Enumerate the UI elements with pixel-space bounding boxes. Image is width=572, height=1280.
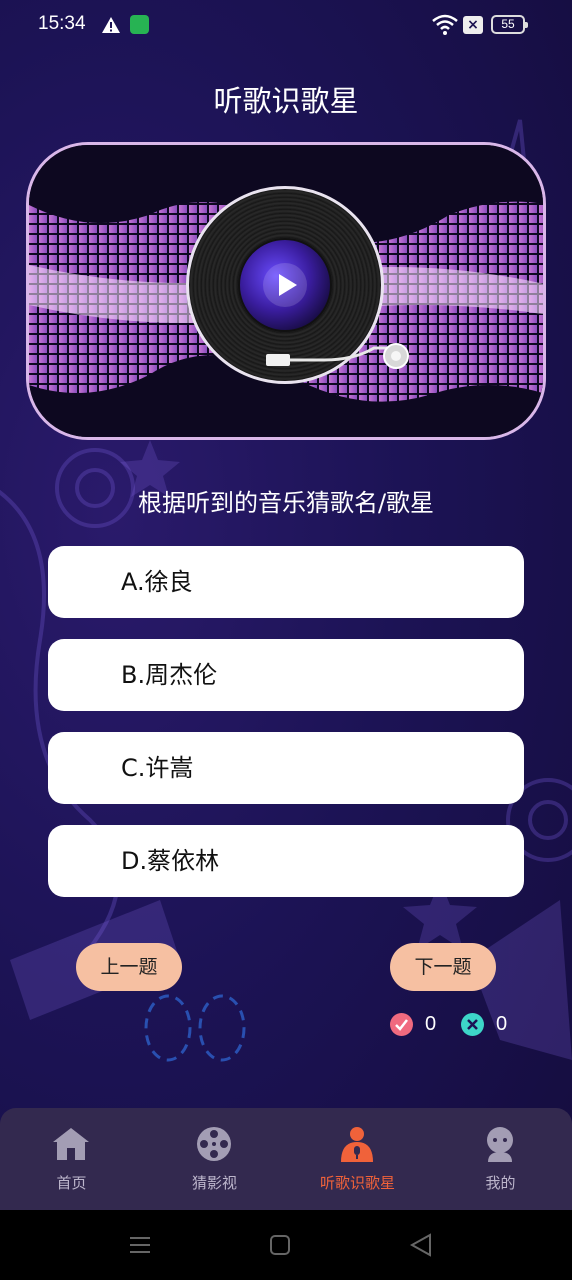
system-navigation-bar: [0, 1210, 572, 1280]
bottom-tab-bar: 首页 猜影视 听歌识歌星 我的: [0, 1108, 572, 1210]
correct-count: 0: [390, 1011, 436, 1037]
option-a[interactable]: A.徐良: [48, 546, 524, 618]
tab-home[interactable]: 首页: [0, 1108, 143, 1210]
wifi-icon: [432, 14, 458, 35]
home-icon: [53, 1128, 89, 1160]
menu-icon[interactable]: [130, 1237, 150, 1253]
profile-icon: [487, 1127, 513, 1162]
question-text: 根据听到的音乐猜歌名/歌星: [137, 489, 435, 517]
cross-icon: [461, 1012, 484, 1036]
option-c[interactable]: C.许嵩: [48, 732, 524, 804]
tab-guess-singer[interactable]: 听歌识歌星: [286, 1108, 429, 1210]
back-icon[interactable]: [409, 1233, 431, 1257]
page-title: 听歌识歌星: [213, 84, 359, 118]
correct-count-value: 0: [425, 1012, 437, 1035]
status-bar: 15:34 × 55: [0, 0, 572, 52]
film-reel-icon: [197, 1127, 231, 1161]
play-button[interactable]: [263, 263, 307, 307]
wrong-count-value: 0: [496, 1012, 508, 1035]
warning-icon: [102, 17, 120, 33]
option-d[interactable]: D.蔡依林: [48, 825, 524, 897]
wrong-count: 0: [461, 1011, 507, 1037]
battery-indicator: 55: [491, 15, 528, 34]
tonearm: [266, 343, 409, 369]
tab-guess-singer-label: 听歌识歌星: [319, 1174, 395, 1192]
tab-guess-film-label: 猜影视: [191, 1174, 237, 1192]
tab-home-label: 首页: [56, 1174, 87, 1192]
app-screen: 15:34 × 55 听歌识歌星 根据听到的音乐猜歌名/歌星 A.徐良 B.周杰…: [0, 0, 572, 1280]
home-square-icon[interactable]: [270, 1235, 290, 1255]
check-icon: [390, 1012, 413, 1036]
no-sim-icon: ×: [463, 16, 483, 34]
next-question-button[interactable]: 下一题: [390, 943, 496, 991]
tab-profile[interactable]: 我的: [429, 1108, 572, 1210]
option-b[interactable]: B.周杰伦: [48, 639, 524, 711]
tab-profile-label: 我的: [485, 1174, 516, 1192]
singer-icon: [341, 1127, 373, 1162]
prev-question-button[interactable]: 上一题: [76, 943, 182, 991]
app-notification-icon: [130, 15, 149, 34]
system-nav-buttons: [130, 1233, 431, 1257]
status-time: 15:34: [38, 13, 86, 34]
tab-guess-film[interactable]: 猜影视: [143, 1108, 286, 1210]
